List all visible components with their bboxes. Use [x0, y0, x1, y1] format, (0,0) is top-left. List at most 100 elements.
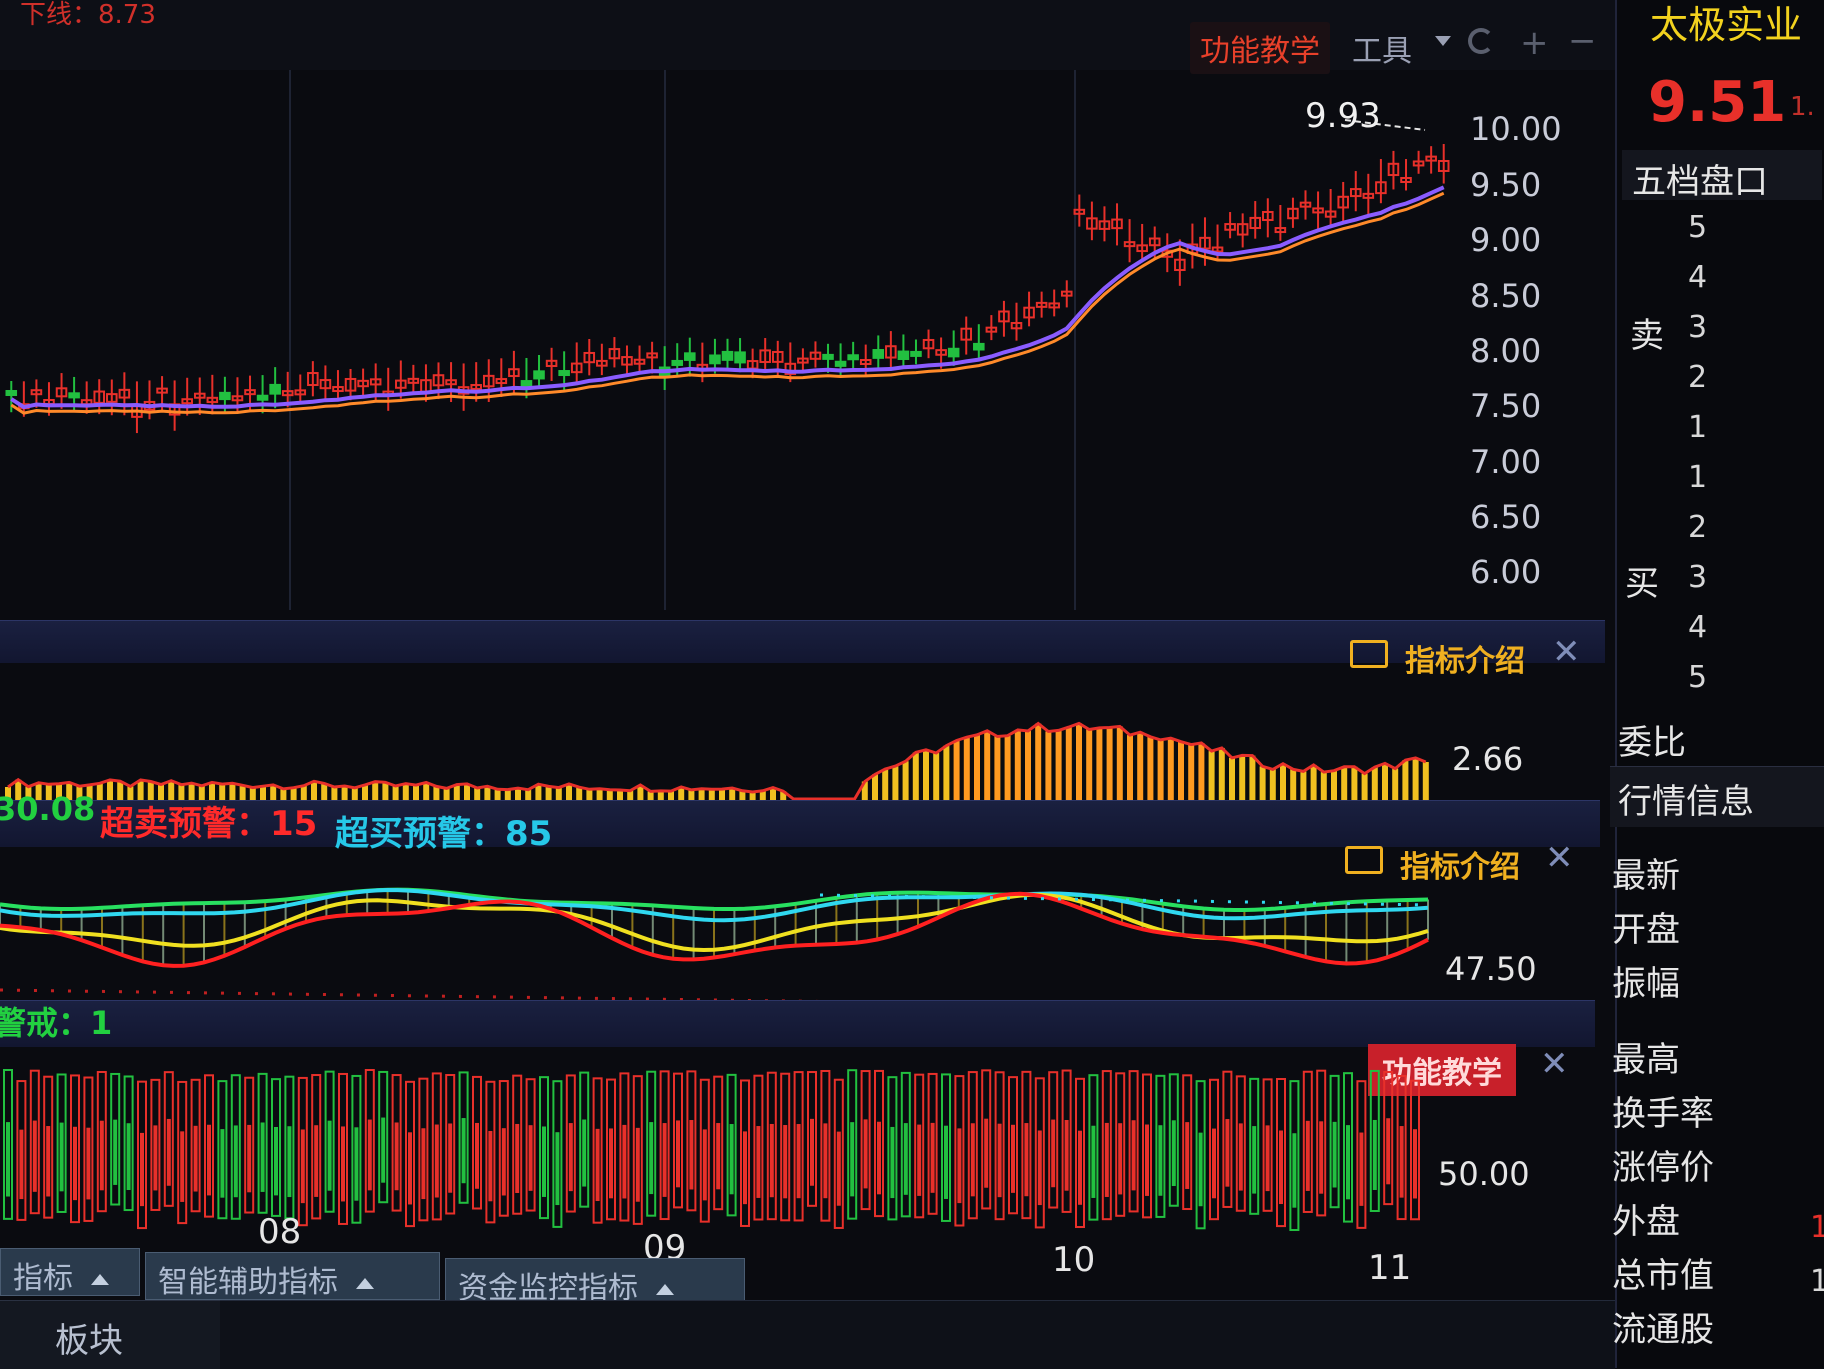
chevron-up-icon [356, 1278, 374, 1289]
indicator-panel-3-chart[interactable] [0, 1060, 1430, 1245]
buy-level: 5 [1688, 660, 1708, 695]
indicator-3-bar-fill [1171, 1120, 1176, 1187]
indicator-3-bar-fill [743, 1131, 747, 1205]
candle-body [219, 391, 231, 401]
indicator-3-bar-fill [247, 1124, 252, 1193]
indicator-2-value: 47.50 [1445, 950, 1537, 988]
indicator-1-bar [1249, 755, 1256, 805]
candle-body [709, 354, 721, 365]
info-icon[interactable] [1350, 640, 1388, 668]
indicator-3-bar-fill [850, 1122, 855, 1197]
indicator-1-bar [1229, 757, 1235, 805]
candle-body [671, 359, 684, 366]
indicator-1-bar [1004, 735, 1011, 805]
refresh-icon[interactable] [1468, 28, 1494, 54]
indicator-3-bar-fill [1252, 1126, 1257, 1194]
indicator-3-bar-fill [984, 1118, 989, 1188]
indicator-3-bar-fill [1051, 1119, 1056, 1188]
alert-level-label: 警戒：1 [0, 1004, 113, 1042]
lower-line-label: 下线：8.73 [20, 0, 156, 30]
indicator-1-bar [953, 740, 960, 805]
indicator-3-bar-fill [408, 1132, 412, 1205]
indicator-1-bar [974, 734, 980, 805]
indicator-3-bar-fill [930, 1122, 935, 1193]
field-turnover: 换手率 [1612, 1094, 1714, 1134]
indicator-3-bar-fill [796, 1124, 801, 1199]
candlestick-chart[interactable] [0, 70, 1460, 610]
indicator-3-bar-fill [448, 1123, 453, 1193]
buy-level: 1 [1688, 460, 1708, 495]
indicator-3-bar-fill [220, 1129, 225, 1198]
indicator-3-bar-fill [595, 1128, 600, 1202]
indicator-3-bar-fill [1091, 1125, 1096, 1198]
indicator-1-bar [1218, 747, 1225, 805]
indicator-1-bar [1106, 727, 1113, 805]
x-axis-label: 08 [258, 1212, 302, 1252]
sell-label: 卖 [1630, 316, 1664, 356]
sell-level: 2 [1688, 360, 1708, 395]
indicator-2-left-value: 30.08 [0, 790, 96, 828]
indicator-3-bar-fill [836, 1131, 841, 1206]
candle-body [684, 352, 696, 361]
price-tick: 6.00 [1470, 553, 1542, 591]
chevron-down-icon[interactable] [1435, 36, 1451, 46]
candle-body [947, 347, 960, 358]
indicator-3-bar-fill [300, 1129, 305, 1204]
tab-indicators[interactable]: 指标 [0, 1248, 140, 1296]
indicator-3-bar-fill [582, 1119, 587, 1187]
close-icon[interactable]: ✕ [1540, 1044, 1569, 1084]
indicator-3-bar-fill [421, 1128, 426, 1200]
indicator-3-bar-fill [113, 1119, 118, 1185]
indicator-1-bar [1382, 763, 1388, 805]
indicator-3-bar-fill [1011, 1124, 1015, 1193]
tab-board[interactable]: 板块 [0, 1300, 220, 1369]
indicator-1-bar [1127, 735, 1133, 805]
indicator-1-bar [1045, 731, 1052, 805]
candle-body [973, 342, 985, 351]
candle-body [847, 354, 859, 361]
indicator-3-bar-fill [769, 1123, 774, 1198]
indicator-3-bar-fill [997, 1123, 1002, 1198]
indicator-1-bar [912, 752, 919, 805]
indicator-3-bar-fill [354, 1127, 359, 1201]
field-outer-volume: 外盘 [1612, 1202, 1680, 1242]
price-tick: 7.50 [1470, 387, 1542, 425]
indicator-3-bar-fill [314, 1125, 319, 1197]
indicator-3-bar-fill [59, 1122, 64, 1192]
tools-menu-button[interactable]: 工具 [1352, 26, 1412, 70]
indicator-3-bar-fill [341, 1126, 345, 1202]
indicator-panel-1-chart[interactable] [0, 680, 1450, 810]
price-tick: 9.50 [1470, 166, 1542, 204]
tab-fund-monitor[interactable]: 资金监控指标 [445, 1258, 745, 1306]
indicator-3-bar-fill [1212, 1128, 1216, 1199]
indicator-3-bar-fill [810, 1118, 814, 1186]
indicator-panel-2-chart[interactable] [0, 850, 1440, 1020]
indicator-3-value: 50.00 [1438, 1155, 1530, 1193]
indicator-3-bar-fill [207, 1124, 211, 1196]
indicator-3-bar-fill [394, 1122, 399, 1191]
price-tick: 6.50 [1470, 498, 1542, 536]
indicator-3-bar-fill [957, 1128, 962, 1204]
indicator-3-bar-fill [233, 1125, 238, 1198]
close-icon[interactable]: ✕ [1545, 838, 1574, 878]
board-tab-label: 板块 [55, 1321, 123, 1361]
indicator-1-bar [1280, 763, 1286, 805]
teach-button-top[interactable]: 功能教学 [1190, 22, 1330, 74]
indicator-3-bar-fill [622, 1124, 627, 1199]
plus-icon[interactable]: + [1520, 26, 1549, 60]
indicator-3-bar-fill [1104, 1122, 1109, 1197]
indicator-1-bar [933, 752, 940, 805]
indicator-3-bar-fill [180, 1131, 185, 1202]
indicator-3-bar-fill [1225, 1119, 1230, 1187]
tab-smart-indicators[interactable]: 智能辅助指标 [145, 1252, 440, 1300]
indicator-intro-button-1[interactable]: 指标介绍 [1405, 636, 1525, 680]
indicator-3-bar-fill [1158, 1125, 1163, 1196]
indicator-3-bar-fill [1413, 1129, 1417, 1199]
indicator-3-bar-fill [676, 1120, 680, 1188]
minus-icon[interactable]: − [1568, 24, 1597, 58]
field-high: 最高 [1612, 1040, 1680, 1080]
market-info-title: 行情信息 [1618, 782, 1754, 822]
close-icon[interactable]: ✕ [1552, 632, 1581, 672]
buy-level: 4 [1688, 610, 1708, 645]
indicator-3-bar-fill [99, 1120, 104, 1191]
